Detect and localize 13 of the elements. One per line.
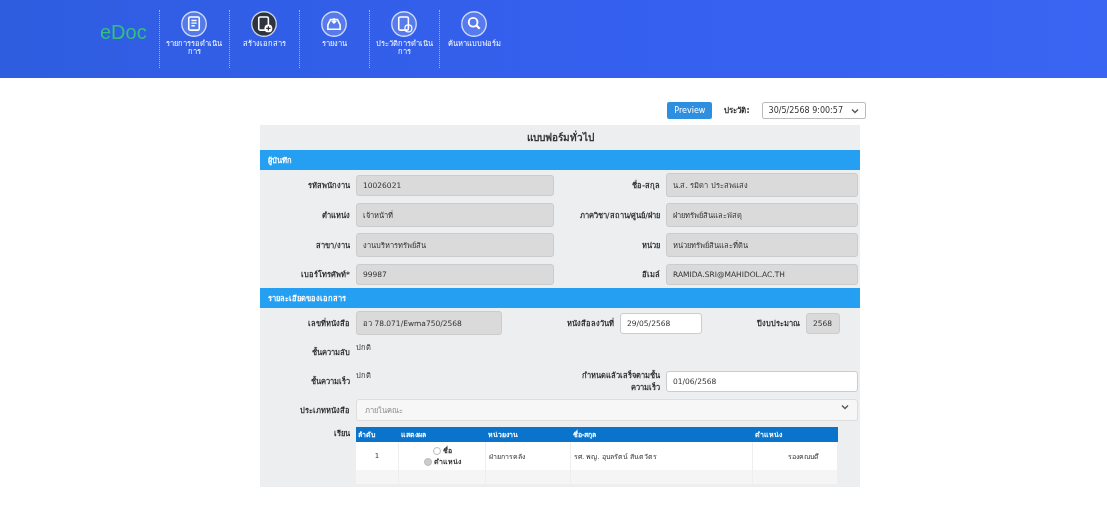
chevron-down-icon [851,107,859,114]
search-icon [460,10,489,38]
history-dropdown[interactable]: 30/5/2568 9:00:57 [761,102,866,119]
document-plus-icon [250,10,279,38]
chevron-down-icon [841,404,849,410]
document-list-icon [180,10,209,38]
document-clock-icon [390,10,419,38]
radio-button[interactable] [432,446,441,455]
history-label: ประวัติ: [724,105,750,117]
radio-button[interactable] [423,457,432,466]
app-logo: eDoc [100,20,147,44]
form-title: แบบฟอร์มทั่วไป [525,129,595,145]
tray-download-icon [320,10,349,38]
